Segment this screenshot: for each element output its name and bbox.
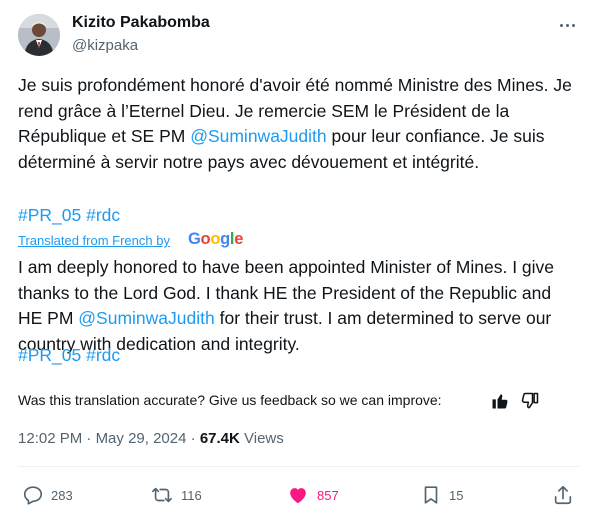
like-button[interactable]: 857	[286, 485, 339, 505]
thumbs-down-icon[interactable]	[520, 391, 540, 411]
reply-icon	[23, 486, 43, 505]
author-handle[interactable]: @kizpaka	[72, 37, 138, 54]
share-button[interactable]	[552, 485, 574, 505]
views-count: 67.4K	[199, 430, 240, 447]
bookmark-icon	[424, 486, 438, 504]
like-icon	[290, 488, 306, 504]
divider	[18, 466, 580, 467]
bookmark-count: 15	[449, 487, 464, 503]
tweet-translation-text: I am deeply honored to have been appoint…	[18, 255, 578, 357]
tweet-time[interactable]: 12:02 PM	[18, 430, 82, 447]
repost-count: 116	[181, 487, 202, 503]
google-letter: o	[200, 229, 211, 248]
reply-button[interactable]: 283	[22, 485, 73, 505]
google-logo: Google	[188, 230, 243, 248]
mention-link[interactable]: @SuminwaJudith	[78, 308, 214, 328]
mention-link[interactable]: @SuminwaJudith	[190, 126, 326, 146]
google-letter: e	[234, 229, 244, 248]
hashtag-link[interactable]: #rdc	[86, 205, 120, 225]
reply-count: 283	[51, 487, 73, 503]
like-count: 857	[317, 487, 339, 503]
tweet-meta: 12:02 PM · May 29, 2024 · 67.4K Views	[18, 430, 284, 447]
tweet-original-text: Je suis profondément honoré d'avoir été …	[18, 73, 578, 175]
translation-feedback-prompt: Was this translation accurate? Give us f…	[18, 392, 442, 408]
hashtag-link[interactable]: #PR_05	[18, 345, 81, 365]
google-letter: g	[220, 229, 230, 248]
views-label: Views	[244, 430, 284, 447]
avatar[interactable]	[18, 14, 60, 56]
bookmark-button[interactable]: 15	[420, 485, 463, 505]
original-hashtags: #PR_05 #rdc	[18, 203, 578, 229]
google-letter: o	[210, 229, 221, 248]
share-icon	[554, 485, 572, 505]
author-name[interactable]: Kizito Pakabomba	[72, 14, 210, 32]
thumbs-up-icon[interactable]	[490, 391, 510, 411]
hashtag-link[interactable]: #rdc	[86, 345, 120, 365]
tweet-date[interactable]: May 29, 2024	[96, 430, 187, 447]
repost-icon	[152, 487, 172, 503]
more-icon[interactable]	[556, 14, 578, 36]
translated-from-link[interactable]: Translated from French by	[18, 233, 170, 248]
translation-hashtags: #PR_05 #rdc	[18, 343, 578, 369]
google-letter: G	[188, 229, 201, 248]
repost-button[interactable]: 116	[150, 485, 202, 505]
hashtag-link[interactable]: #PR_05	[18, 205, 81, 225]
